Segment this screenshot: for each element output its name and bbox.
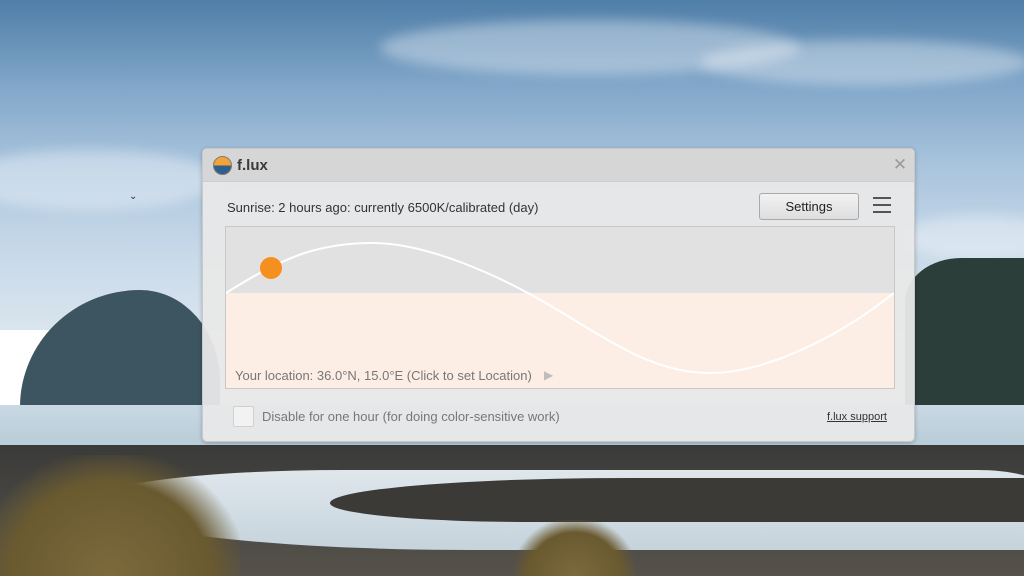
disable-checkbox[interactable] — [233, 406, 254, 427]
hamburger-menu-icon[interactable] — [873, 196, 891, 214]
day-band — [226, 227, 894, 293]
daylight-graph[interactable]: Your location: 36.0°N, 15.0°E (Click to … — [225, 226, 895, 389]
flux-logo-icon — [213, 156, 232, 175]
location-link[interactable]: Your location: 36.0°N, 15.0°E (Click to … — [235, 368, 532, 383]
sandbar — [330, 478, 1024, 522]
disable-label[interactable]: Disable for one hour (for doing color-se… — [262, 409, 560, 424]
settings-button[interactable]: Settings — [759, 193, 859, 220]
title-bar[interactable]: f.lux ✕ — [203, 149, 914, 182]
flux-window: f.lux ✕ Sunrise: 2 hours ago: currently … — [202, 148, 915, 442]
cloud — [700, 40, 1024, 85]
window-title: f.lux — [237, 157, 268, 174]
close-icon[interactable]: ✕ — [886, 149, 914, 182]
grass-clump — [0, 455, 240, 576]
bird-icon: ⌄ — [129, 191, 138, 202]
daylight-curve-chart — [226, 227, 894, 388]
sunrise-status: Sunrise: 2 hours ago: currently 6500K/ca… — [227, 200, 539, 215]
location-arrow-icon[interactable]: ▶ — [544, 368, 553, 382]
grass-clump — [515, 520, 635, 576]
sun-marker — [260, 257, 282, 279]
support-link[interactable]: f.lux support — [827, 411, 887, 423]
